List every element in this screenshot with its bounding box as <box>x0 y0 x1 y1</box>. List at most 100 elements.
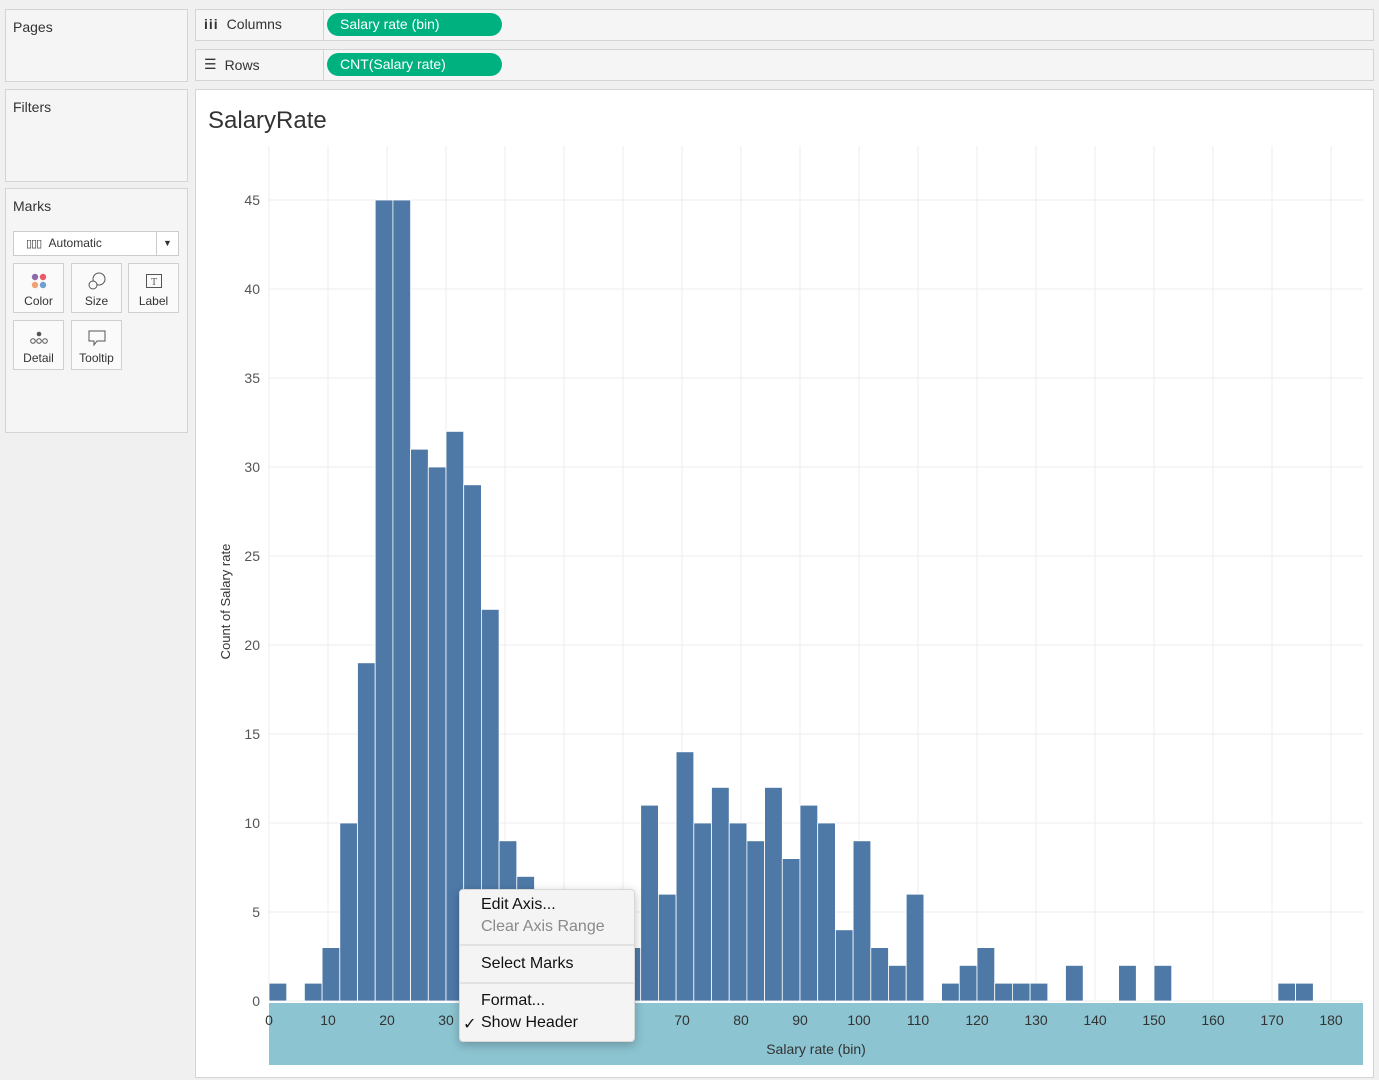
histogram-bar <box>657 893 677 1002</box>
histogram: 0510152025303540450102030405060708090100… <box>218 146 1363 1065</box>
x-tick-label: 180 <box>1319 1012 1343 1028</box>
bar-chart-icon: ▯▯▯ <box>26 238 42 250</box>
x-tick-label: 30 <box>438 1012 454 1028</box>
size-circles-icon <box>72 268 121 294</box>
y-tick-label: 30 <box>244 459 260 475</box>
y-tick-label: 10 <box>244 815 260 831</box>
histogram-bar <box>958 965 978 1002</box>
histogram-bar <box>357 662 376 1002</box>
y-tick-label: 0 <box>252 993 260 1009</box>
y-tick-label: 5 <box>252 904 260 920</box>
histogram-bar <box>1012 982 1031 1002</box>
mark-type-dropdown[interactable]: ▯▯▯ Automatic ▼ <box>13 231 179 256</box>
x-tick-label: 130 <box>1024 1012 1048 1028</box>
rows-shelf[interactable]: ☰ Rows CNT(Salary rate) <box>195 49 1374 81</box>
histogram-bar <box>888 965 907 1002</box>
pages-panel[interactable]: Pages <box>5 9 188 82</box>
histogram-bar <box>410 448 429 1002</box>
y-tick-label: 15 <box>244 726 260 742</box>
x-tick-label: 20 <box>379 1012 395 1028</box>
label-button[interactable]: T Label <box>128 263 179 313</box>
y-axis-title: Count of Salary rate <box>218 544 233 660</box>
x-tick-label: 140 <box>1083 1012 1107 1028</box>
x-tick-label: 150 <box>1142 1012 1166 1028</box>
x-axis-title: Salary rate (bin) <box>766 1041 866 1057</box>
x-tick-label: 170 <box>1260 1012 1284 1028</box>
histogram-bar <box>728 822 748 1002</box>
y-tick-label: 35 <box>244 370 260 386</box>
histogram-bar <box>339 822 358 1002</box>
tooltip-button[interactable]: Tooltip <box>71 320 122 370</box>
histogram-bar <box>905 893 925 1002</box>
histogram-bar <box>304 982 323 1002</box>
columns-pill[interactable]: Salary rate (bin) <box>327 13 502 36</box>
menu-edit-axis[interactable]: Edit Axis... <box>481 896 556 914</box>
menu-select-marks[interactable]: Select Marks <box>481 955 573 973</box>
menu-clear-axis-range: Clear Axis Range <box>481 918 605 935</box>
histogram-bar <box>799 804 819 1002</box>
rows-icon: ☰ <box>204 56 217 72</box>
menu-show-header[interactable]: Show Header <box>481 1014 578 1032</box>
x-tick-label: 10 <box>320 1012 336 1028</box>
detail-label: Detail <box>23 351 54 365</box>
histogram-bar <box>941 982 960 1002</box>
x-tick-label: 0 <box>265 1012 273 1028</box>
histogram-bar <box>321 947 341 1002</box>
x-tick-label: 110 <box>907 1012 930 1028</box>
columns-icon: iii <box>204 16 219 32</box>
pages-title: Pages <box>13 19 53 35</box>
x-tick-label: 120 <box>965 1012 989 1028</box>
histogram-bar <box>711 787 730 1002</box>
histogram-bar <box>1295 982 1314 1002</box>
y-tick-label: 20 <box>244 637 260 653</box>
detail-button[interactable]: Detail <box>13 320 64 370</box>
rows-label: Rows <box>224 56 260 73</box>
x-tick-label: 90 <box>792 1012 808 1028</box>
tooltip-label: Tooltip <box>79 351 114 365</box>
menu-format[interactable]: Format... <box>481 992 545 1010</box>
color-button[interactable]: Color <box>13 263 64 313</box>
size-button[interactable]: Size <box>71 263 122 313</box>
histogram-bar <box>764 787 783 1002</box>
columns-shelf[interactable]: iii Columns Salary rate (bin) <box>195 9 1374 41</box>
histogram-bar <box>640 804 659 1002</box>
tooltip-bubble-icon <box>72 325 121 351</box>
filters-panel[interactable]: Filters <box>5 89 188 182</box>
svg-text:T: T <box>150 277 156 288</box>
histogram-bar <box>870 947 889 1002</box>
columns-label: Columns <box>226 16 282 32</box>
histogram-bar <box>1277 982 1297 1002</box>
histogram-bar <box>1065 965 1084 1002</box>
histogram-bar <box>374 199 394 1002</box>
x-tick-label: 100 <box>847 1012 871 1028</box>
histogram-bar <box>746 840 766 1002</box>
detail-dots-icon <box>14 325 63 351</box>
y-tick-label: 25 <box>244 548 260 564</box>
histogram-bar <box>817 822 836 1002</box>
marks-panel: Marks ▯▯▯ Automatic ▼ Color Size T Label … <box>5 188 188 433</box>
histogram-bar <box>835 929 854 1002</box>
chart-view: SalaryRate 05101520253035404501020304050… <box>195 89 1374 1078</box>
histogram-bar <box>976 947 996 1002</box>
histogram-bar <box>852 840 872 1002</box>
context-menu: Edit Axis... Clear Axis Range Select Mar… <box>459 889 635 1042</box>
histogram-bar <box>1029 982 1049 1002</box>
histogram-bar <box>268 982 288 1002</box>
y-tick-label: 45 <box>244 192 260 208</box>
histogram-bar <box>1118 965 1137 1002</box>
histogram-bar <box>994 982 1013 1002</box>
filters-title: Filters <box>13 99 52 115</box>
chevron-down-icon: ▼ <box>156 232 178 255</box>
histogram-bar <box>781 858 801 1002</box>
histogram-bar <box>392 199 411 1002</box>
size-label: Size <box>84 294 109 308</box>
label-label: Label <box>138 294 169 308</box>
label-text-icon: T <box>129 268 178 294</box>
rows-pill[interactable]: CNT(Salary rate) <box>327 53 502 76</box>
histogram-bar <box>427 466 447 1002</box>
checkmark-icon: ✓ <box>463 1016 477 1033</box>
x-tick-label: 160 <box>1201 1012 1225 1028</box>
histogram-bar <box>693 822 712 1002</box>
color-label: Color <box>24 294 53 308</box>
marks-title: Marks <box>13 198 52 214</box>
